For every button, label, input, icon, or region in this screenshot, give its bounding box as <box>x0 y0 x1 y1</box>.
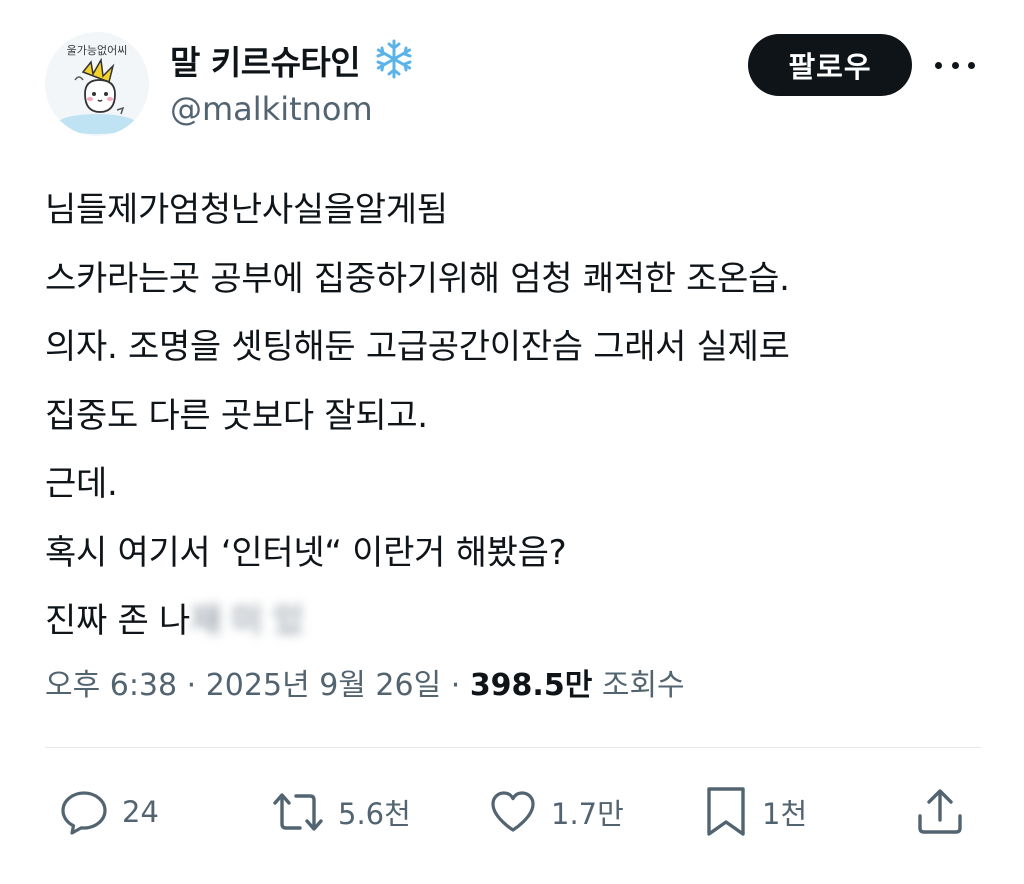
tweet-line: 스카라는곳 공부에 집중하기위해 엄청 쾌적한 조온습. <box>45 258 790 299</box>
share-icon <box>914 786 966 838</box>
tweet-date[interactable]: 2025년 9월 26일 <box>206 668 441 703</box>
more-dot <box>935 61 942 69</box>
like-count: 1.7만 <box>551 797 624 831</box>
more-dot <box>951 61 959 69</box>
tweet-line: 집중도 다른 곳보다 잘되고. <box>45 395 428 436</box>
avatar-caption: 울가능없어씨 <box>67 44 128 57</box>
retweet-icon <box>270 786 326 838</box>
retweet-count: 5.6천 <box>338 797 411 831</box>
more-icon[interactable] <box>935 50 975 80</box>
tweet-header: 울가능없어씨 말 키르슈타인 @malkitnom 팔로우 <box>0 0 1024 150</box>
like-button[interactable]: 1.7만 <box>487 784 624 840</box>
tweet-line: 의자. 조명을 셋팅해둔 고급공간이잔슴 그래서 실제로 <box>45 327 790 367</box>
like-icon <box>487 786 539 838</box>
bookmark-button[interactable]: 1천 <box>702 784 807 840</box>
tweet-text: 님들제가엄청난사실을알게됨 스카라는곳 공부에 집중하기위해 엄청 쾌적한 조온… <box>45 176 985 656</box>
bookmark-count: 1천 <box>762 797 808 831</box>
more-dot <box>968 61 975 69</box>
views-count: 398.5만 <box>469 668 593 703</box>
tweet-line: 근데. <box>45 464 118 504</box>
share-button[interactable] <box>914 784 966 840</box>
tweet-line: 혹시 여기서 ‘인터넷“ 이란거 해봤음? <box>45 532 567 573</box>
reply-button[interactable]: 24 <box>58 784 159 840</box>
snowflake-icon <box>373 38 415 88</box>
reply-count: 24 <box>122 795 159 829</box>
tweet-meta: 오후 6:38 · 2025년 9월 26일 · 398.5만 조회수 <box>45 660 685 704</box>
reply-icon <box>58 786 110 838</box>
tweet-line-blurred: 재 미 있 <box>189 601 304 641</box>
action-bar: 24 5.6천 1.7만 1천 <box>0 770 1024 860</box>
avatar[interactable]: 울가능없어씨 <box>45 32 149 136</box>
meta-separator: · <box>441 668 470 703</box>
tweet-line: 님들제가엄청난사실을알게됨 <box>45 190 448 230</box>
bookmark-icon <box>702 784 750 840</box>
tweet-line-visible: 진짜 존 나 <box>45 601 190 641</box>
tweet-line-last: 진짜 존 나재 미 있 <box>45 587 985 656</box>
divider <box>45 747 981 748</box>
handle[interactable]: @malkitnom <box>170 90 373 128</box>
follow-button[interactable]: 팔로우 <box>748 34 912 96</box>
display-name[interactable]: 말 키르슈타인 <box>170 43 361 82</box>
tweet-time[interactable]: 오후 6:38 <box>45 668 177 703</box>
meta-separator: · <box>177 668 206 703</box>
display-name-row[interactable]: 말 키르슈타인 <box>170 36 415 88</box>
retweet-button[interactable]: 5.6천 <box>270 784 411 840</box>
views-label: 조회수 <box>601 668 685 703</box>
